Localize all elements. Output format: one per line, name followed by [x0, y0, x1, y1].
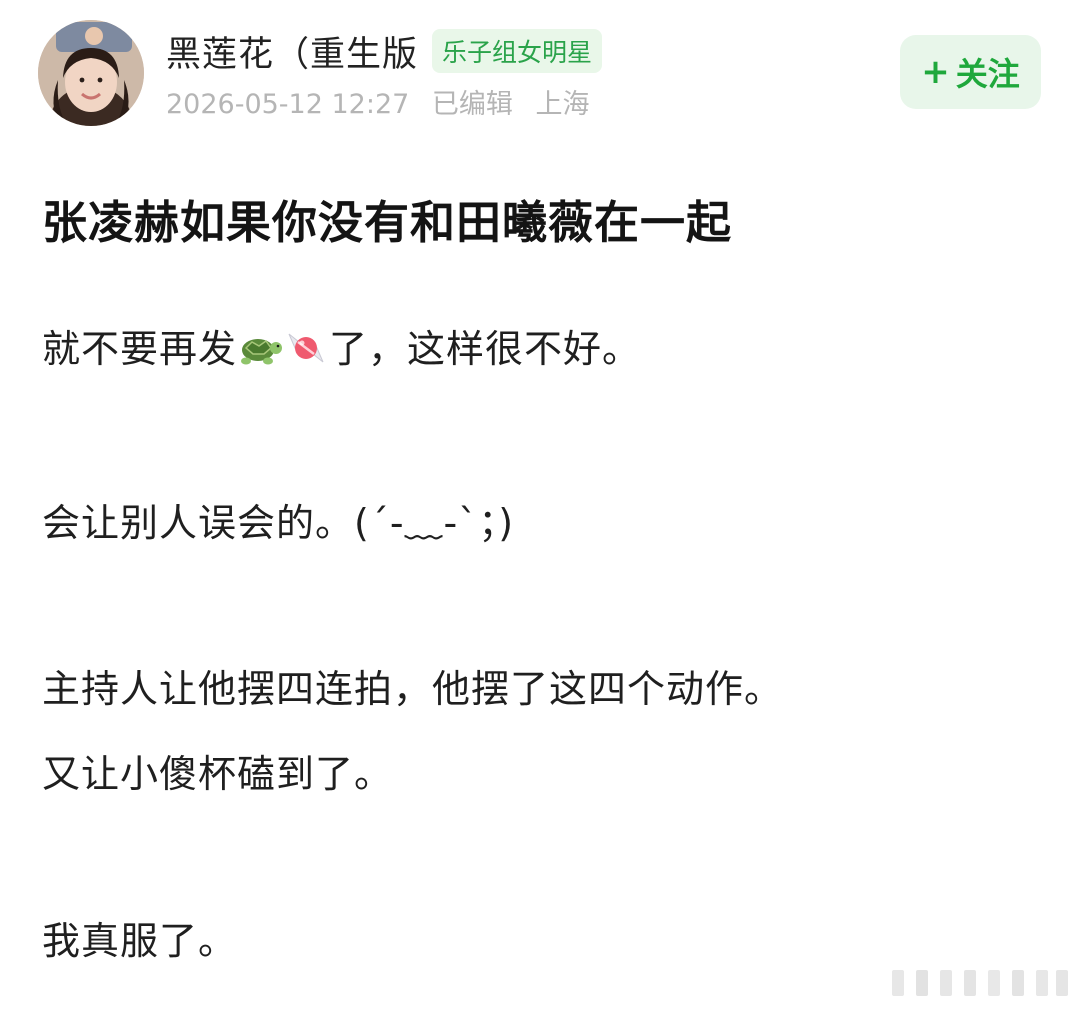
follow-button[interactable]: + 关注 [900, 35, 1041, 109]
paragraph-2: 会让别人误会的。(´-﹏-`；) [42, 501, 515, 545]
post-title: 张凌赫如果你没有和田曦薇在一起 [42, 196, 733, 249]
username[interactable]: 黑莲花（重生版 [166, 26, 418, 77]
paragraph-1-before: 就不要再发 [42, 327, 238, 371]
user-badge[interactable]: 乐子组女明星 [432, 29, 603, 73]
follow-label: 关注 [955, 55, 1020, 93]
watermark-bars-icon [892, 970, 1068, 996]
avatar-image [38, 20, 144, 126]
name-row: 黑莲花（重生版 乐子组女明星 [166, 26, 603, 77]
paragraph-3-line-2: 又让小傻杯磕到了。 [42, 752, 394, 796]
post-header: 黑莲花（重生版 乐子组女明星 2026-05-12 12:27 已编辑 上海 +… [0, 0, 1080, 140]
candy-emoji-icon [288, 333, 324, 363]
post-meta: 2026-05-12 12:27 已编辑 上海 [166, 82, 604, 121]
paragraph-1-after: 了，这样很不好。 [329, 327, 642, 371]
turtle-emoji-icon [241, 339, 283, 365]
paragraph-3-line-1: 主持人让他摆四连拍，他摆了这四个动作。 [42, 667, 784, 711]
post-location: 上海 [535, 89, 590, 120]
paragraph-1: 就不要再发 了，这样很不好。 [42, 324, 641, 374]
avatar[interactable] [38, 20, 144, 126]
paragraph-4: 我真服了。 [42, 919, 238, 963]
edited-label: 已编辑 [431, 89, 513, 120]
post-date: 2026-05-12 12:27 [166, 89, 410, 120]
plus-icon: + [921, 52, 950, 92]
